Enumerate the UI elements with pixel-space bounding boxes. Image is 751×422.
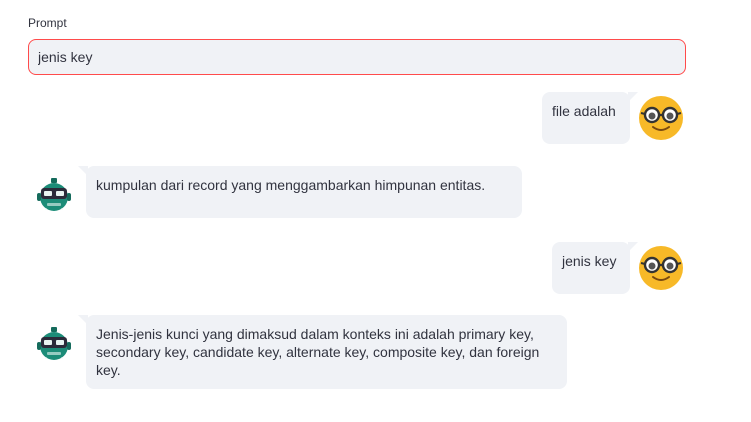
bot-message: kumpulan dari record yang menggambarkan … xyxy=(78,166,522,218)
nerd-face-icon xyxy=(639,246,683,290)
bot-message: Jenis-jenis kunci yang dimaksud dalam ko… xyxy=(78,315,567,389)
message-text: Jenis-jenis kunci yang dimaksud dalam ko… xyxy=(96,326,540,378)
chat-page: Prompt file adalah kumpulan dari record … xyxy=(0,0,751,422)
robot-icon xyxy=(37,178,71,211)
nerd-face-icon xyxy=(639,96,683,140)
message-text: kumpulan dari record yang menggambarkan … xyxy=(96,177,486,193)
prompt-label: Prompt xyxy=(28,16,67,30)
prompt-input[interactable] xyxy=(28,39,686,75)
user-message: file adalah xyxy=(542,92,638,144)
robot-icon xyxy=(37,327,71,360)
message-text: jenis key xyxy=(562,253,617,269)
user-message: jenis key xyxy=(552,242,638,294)
message-text: file adalah xyxy=(552,103,616,119)
